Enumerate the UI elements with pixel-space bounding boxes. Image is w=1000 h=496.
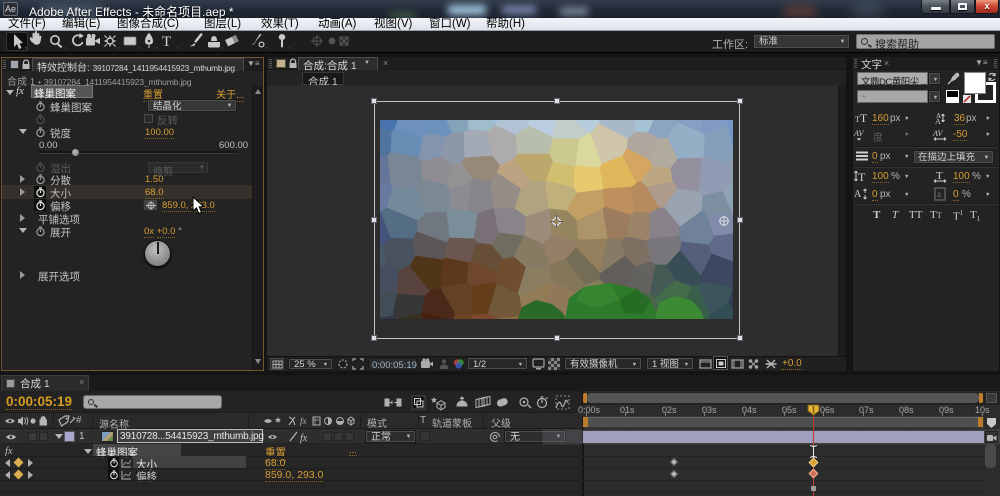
svg-text:fx: fx	[300, 433, 308, 444]
svg-text:AV: AV	[853, 129, 864, 138]
svg-text:T: T	[858, 170, 866, 184]
svg-text:T: T	[162, 34, 171, 50]
svg-text:a: a	[937, 189, 941, 199]
svg-text:A: A	[935, 117, 941, 126]
svg-text:AV: AV	[932, 129, 943, 138]
svg-text:fx: fx	[300, 416, 307, 426]
svg-text:A: A	[854, 189, 862, 200]
svg-text:T: T	[936, 170, 943, 182]
